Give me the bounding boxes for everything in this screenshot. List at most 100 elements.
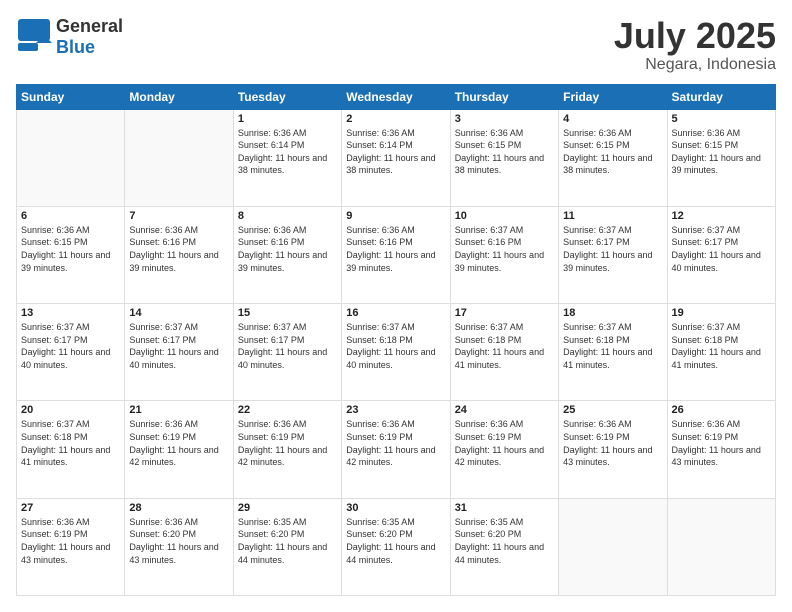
day-info: Sunrise: 6:37 AM Sunset: 6:17 PM Dayligh… bbox=[672, 224, 771, 274]
day-number: 16 bbox=[346, 307, 445, 319]
table-row bbox=[559, 498, 667, 595]
table-row: 18 Sunrise: 6:37 AM Sunset: 6:18 PM Dayli… bbox=[559, 304, 667, 401]
day-number: 24 bbox=[455, 404, 554, 416]
day-info: Sunrise: 6:35 AM Sunset: 6:20 PM Dayligh… bbox=[455, 516, 554, 566]
day-number: 31 bbox=[455, 502, 554, 514]
table-row: 22 Sunrise: 6:36 AM Sunset: 6:19 PM Dayli… bbox=[233, 401, 341, 498]
day-number: 23 bbox=[346, 404, 445, 416]
day-number: 21 bbox=[129, 404, 228, 416]
logo-icon bbox=[16, 17, 52, 58]
table-row: 15 Sunrise: 6:37 AM Sunset: 6:17 PM Dayli… bbox=[233, 304, 341, 401]
table-row: 17 Sunrise: 6:37 AM Sunset: 6:18 PM Dayli… bbox=[450, 304, 558, 401]
col-monday: Monday bbox=[125, 84, 233, 109]
table-row bbox=[125, 109, 233, 206]
table-row: 8 Sunrise: 6:36 AM Sunset: 6:16 PM Daylig… bbox=[233, 206, 341, 303]
day-info: Sunrise: 6:36 AM Sunset: 6:19 PM Dayligh… bbox=[455, 418, 554, 468]
table-row: 12 Sunrise: 6:37 AM Sunset: 6:17 PM Dayli… bbox=[667, 206, 775, 303]
col-friday: Friday bbox=[559, 84, 667, 109]
subtitle: Negara, Indonesia bbox=[614, 56, 776, 74]
day-info: Sunrise: 6:37 AM Sunset: 6:17 PM Dayligh… bbox=[563, 224, 662, 274]
table-row: 6Sunrise: 6:36 AM Sunset: 6:15 PM Daylig… bbox=[17, 206, 125, 303]
day-number: 3 bbox=[455, 113, 554, 125]
day-number: 30 bbox=[346, 502, 445, 514]
logo-general: General bbox=[56, 16, 123, 36]
day-info: Sunrise: 6:37 AM Sunset: 6:18 PM Dayligh… bbox=[346, 321, 445, 371]
table-row bbox=[667, 498, 775, 595]
calendar-header-row: Sunday Monday Tuesday Wednesday Thursday… bbox=[17, 84, 776, 109]
day-info: Sunrise: 6:37 AM Sunset: 6:18 PM Dayligh… bbox=[21, 418, 120, 468]
col-thursday: Thursday bbox=[450, 84, 558, 109]
day-number: 19 bbox=[672, 307, 771, 319]
day-info: Sunrise: 6:36 AM Sunset: 6:15 PM Dayligh… bbox=[21, 224, 120, 274]
table-row: 21Sunrise: 6:36 AM Sunset: 6:19 PM Dayli… bbox=[125, 401, 233, 498]
logo: General Blue bbox=[16, 16, 123, 58]
logo-text: General Blue bbox=[56, 16, 123, 58]
table-row: 20 Sunrise: 6:37 AM Sunset: 6:18 PM Dayli… bbox=[17, 401, 125, 498]
day-info: Sunrise: 6:37 AM Sunset: 6:17 PM Dayligh… bbox=[129, 321, 228, 371]
table-row: 29 Sunrise: 6:35 AM Sunset: 6:20 PM Dayli… bbox=[233, 498, 341, 595]
day-number: 28 bbox=[129, 502, 228, 514]
table-row: 24 Sunrise: 6:36 AM Sunset: 6:19 PM Dayli… bbox=[450, 401, 558, 498]
table-row: 14 Sunrise: 6:37 AM Sunset: 6:17 PM Dayli… bbox=[125, 304, 233, 401]
table-row: 23 Sunrise: 6:36 AM Sunset: 6:19 PM Dayli… bbox=[342, 401, 450, 498]
table-row: 1Sunrise: 6:36 AM Sunset: 6:14 PM Daylig… bbox=[233, 109, 341, 206]
day-number: 13 bbox=[21, 307, 120, 319]
day-number: 27 bbox=[21, 502, 120, 514]
day-number: 22 bbox=[238, 404, 337, 416]
col-tuesday: Tuesday bbox=[233, 84, 341, 109]
day-info: Sunrise: 6:36 AM Sunset: 6:15 PM Dayligh… bbox=[672, 127, 771, 177]
day-info: Sunrise: 6:36 AM Sunset: 6:19 PM Dayligh… bbox=[21, 516, 120, 566]
table-row: 31 Sunrise: 6:35 AM Sunset: 6:20 PM Dayli… bbox=[450, 498, 558, 595]
day-info: Sunrise: 6:37 AM Sunset: 6:18 PM Dayligh… bbox=[672, 321, 771, 371]
calendar-table: Sunday Monday Tuesday Wednesday Thursday… bbox=[16, 84, 776, 596]
day-number: 4 bbox=[563, 113, 662, 125]
day-info: Sunrise: 6:36 AM Sunset: 6:19 PM Dayligh… bbox=[563, 418, 662, 468]
day-number: 12 bbox=[672, 210, 771, 222]
day-info: Sunrise: 6:36 AM Sunset: 6:16 PM Dayligh… bbox=[129, 224, 228, 274]
day-info: Sunrise: 6:36 AM Sunset: 6:16 PM Dayligh… bbox=[238, 224, 337, 274]
day-info: Sunrise: 6:37 AM Sunset: 6:18 PM Dayligh… bbox=[563, 321, 662, 371]
day-number: 18 bbox=[563, 307, 662, 319]
day-info: Sunrise: 6:36 AM Sunset: 6:16 PM Dayligh… bbox=[346, 224, 445, 274]
table-row bbox=[17, 109, 125, 206]
day-info: Sunrise: 6:35 AM Sunset: 6:20 PM Dayligh… bbox=[238, 516, 337, 566]
day-number: 10 bbox=[455, 210, 554, 222]
day-number: 14 bbox=[129, 307, 228, 319]
day-number: 25 bbox=[563, 404, 662, 416]
day-number: 2 bbox=[346, 113, 445, 125]
header: General Blue July 2025 Negara, Indonesia bbox=[16, 16, 776, 74]
day-info: Sunrise: 6:37 AM Sunset: 6:17 PM Dayligh… bbox=[238, 321, 337, 371]
day-info: Sunrise: 6:37 AM Sunset: 6:16 PM Dayligh… bbox=[455, 224, 554, 274]
table-row: 13 Sunrise: 6:37 AM Sunset: 6:17 PM Dayli… bbox=[17, 304, 125, 401]
day-number: 8 bbox=[238, 210, 337, 222]
table-row: 5Sunrise: 6:36 AM Sunset: 6:15 PM Daylig… bbox=[667, 109, 775, 206]
table-row: 16 Sunrise: 6:37 AM Sunset: 6:18 PM Dayli… bbox=[342, 304, 450, 401]
day-number: 1 bbox=[238, 113, 337, 125]
table-row: 26 Sunrise: 6:36 AM Sunset: 6:19 PM Dayli… bbox=[667, 401, 775, 498]
table-row: 3Sunrise: 6:36 AM Sunset: 6:15 PM Daylig… bbox=[450, 109, 558, 206]
day-info: Sunrise: 6:36 AM Sunset: 6:19 PM Dayligh… bbox=[238, 418, 337, 468]
col-wednesday: Wednesday bbox=[342, 84, 450, 109]
day-info: Sunrise: 6:36 AM Sunset: 6:19 PM Dayligh… bbox=[346, 418, 445, 468]
day-info: Sunrise: 6:36 AM Sunset: 6:14 PM Dayligh… bbox=[346, 127, 445, 177]
day-number: 17 bbox=[455, 307, 554, 319]
table-row: 25 Sunrise: 6:36 AM Sunset: 6:19 PM Dayli… bbox=[559, 401, 667, 498]
day-number: 20 bbox=[21, 404, 120, 416]
day-info: Sunrise: 6:37 AM Sunset: 6:17 PM Dayligh… bbox=[21, 321, 120, 371]
table-row: 27 Sunrise: 6:36 AM Sunset: 6:19 PM Dayli… bbox=[17, 498, 125, 595]
col-sunday: Sunday bbox=[17, 84, 125, 109]
day-number: 11 bbox=[563, 210, 662, 222]
col-saturday: Saturday bbox=[667, 84, 775, 109]
table-row: 28Sunrise: 6:36 AM Sunset: 6:20 PM Dayli… bbox=[125, 498, 233, 595]
table-row: 4Sunrise: 6:36 AM Sunset: 6:15 PM Daylig… bbox=[559, 109, 667, 206]
day-number: 7 bbox=[129, 210, 228, 222]
table-row: 9 Sunrise: 6:36 AM Sunset: 6:16 PM Daylig… bbox=[342, 206, 450, 303]
day-number: 9 bbox=[346, 210, 445, 222]
day-number: 26 bbox=[672, 404, 771, 416]
day-number: 29 bbox=[238, 502, 337, 514]
table-row: 19 Sunrise: 6:37 AM Sunset: 6:18 PM Dayli… bbox=[667, 304, 775, 401]
day-info: Sunrise: 6:36 AM Sunset: 6:19 PM Dayligh… bbox=[672, 418, 771, 468]
day-info: Sunrise: 6:37 AM Sunset: 6:18 PM Dayligh… bbox=[455, 321, 554, 371]
logo-blue: Blue bbox=[56, 37, 95, 57]
day-number: 15 bbox=[238, 307, 337, 319]
